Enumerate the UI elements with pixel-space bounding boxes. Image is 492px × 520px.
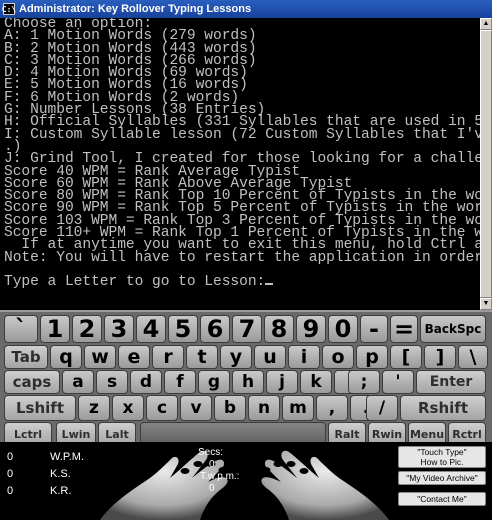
key-4[interactable]: 4	[136, 315, 166, 343]
key-9[interactable]: 9	[296, 315, 326, 343]
key-w[interactable]: w	[84, 345, 116, 369]
console-line: Note: You will have to restart the appli…	[4, 249, 480, 266]
key-s[interactable]: s	[96, 370, 128, 394]
key-o[interactable]: o	[322, 345, 354, 369]
console-prompt-line[interactable]: Type a Letter to go to Lesson:	[2, 274, 480, 291]
key-tab[interactable]: Tab	[4, 345, 48, 369]
key-d[interactable]: d	[130, 370, 162, 394]
key-sym0-11[interactable]: -	[360, 315, 388, 343]
contact-me-button[interactable]: "Contact Me"	[398, 492, 486, 506]
ks-value: 0	[7, 468, 14, 480]
wpm-label: W.P.M.	[50, 451, 85, 463]
console-scrollbar[interactable]: ▲ ▼	[480, 18, 492, 310]
touch-type-subtitle: How to Pic.	[420, 457, 464, 467]
key-f[interactable]: f	[164, 370, 196, 394]
key-3[interactable]: 3	[104, 315, 134, 343]
key-caps[interactable]: caps	[4, 370, 60, 394]
key-5[interactable]: 5	[168, 315, 198, 343]
twpm-value: 0	[209, 483, 215, 494]
stats-panel: 0 W.P.M. 0 K.S. 0 K.R. Secs: 0 T.w.p.m.:…	[0, 442, 492, 520]
key-t[interactable]: t	[186, 345, 218, 369]
console-line: I: Custom Syllable lesson (72 Custom Syl…	[4, 126, 480, 143]
key-g[interactable]: g	[198, 370, 230, 394]
key-y[interactable]: y	[220, 345, 252, 369]
key-2[interactable]: 2	[72, 315, 102, 343]
key-sym1-12[interactable]: ]	[424, 345, 456, 369]
scrollbar-thumb[interactable]	[480, 30, 492, 298]
key-q[interactable]: q	[50, 345, 82, 369]
key-a[interactable]: a	[62, 370, 94, 394]
console-window-icon: C:\	[1, 3, 17, 15]
key-sym3-10[interactable]: /	[366, 395, 398, 421]
key-c[interactable]: c	[146, 395, 178, 421]
key-k[interactable]: k	[300, 370, 332, 394]
key-sym1-11[interactable]: [	[390, 345, 422, 369]
key-x[interactable]: x	[112, 395, 144, 421]
text-cursor	[265, 283, 274, 286]
key-rshift[interactable]: Rshift	[400, 395, 486, 421]
key-h[interactable]: h	[232, 370, 264, 394]
key-p[interactable]: p	[356, 345, 388, 369]
key-v[interactable]: v	[180, 395, 212, 421]
key-sym3-8[interactable]: ,	[316, 395, 348, 421]
typing-hands-image	[100, 450, 389, 520]
on-screen-keyboard: ` 1 2 3 4 5 6 7 8 9 0- = BackSpc Tab q w e r t y u i o p[] \ caps…	[0, 310, 492, 446]
key-sym1-13[interactable]: \	[458, 345, 488, 369]
key-8[interactable]: 8	[264, 315, 294, 343]
secs-label: Secs:	[198, 447, 224, 458]
key-e[interactable]: e	[118, 345, 150, 369]
window-title: Administrator: Key Rollover Typing Lesso…	[19, 3, 252, 15]
key-i[interactable]: i	[288, 345, 320, 369]
key-r[interactable]: r	[152, 345, 184, 369]
title-bar: C:\ Administrator: Key Rollover Typing L…	[0, 0, 492, 18]
key-m[interactable]: m	[282, 395, 314, 421]
touch-type-button[interactable]: "Touch Type" How to Pic.	[398, 446, 486, 468]
key-z[interactable]: z	[78, 395, 110, 421]
key-sym2-10[interactable]: ;	[348, 370, 380, 394]
key-j[interactable]: j	[266, 370, 298, 394]
twpm-label: T.w.p.m.:	[200, 471, 240, 482]
key-u[interactable]: u	[254, 345, 286, 369]
key-7[interactable]: 7	[232, 315, 262, 343]
video-archive-button[interactable]: "My Video Archive"	[398, 471, 486, 485]
scroll-up-arrow-icon[interactable]: ▲	[480, 18, 492, 30]
console-prompt: Type a Letter to go to Lesson:	[4, 274, 266, 291]
key-enter[interactable]: Enter	[416, 370, 486, 394]
kr-value: 0	[7, 485, 14, 497]
key-b[interactable]: b	[214, 395, 246, 421]
key-sym0-12[interactable]: =	[390, 315, 418, 343]
key-n[interactable]: n	[248, 395, 280, 421]
key-sym2-11[interactable]: '	[382, 370, 414, 394]
key-6[interactable]: 6	[200, 315, 230, 343]
kr-label: K.R.	[50, 485, 72, 497]
ks-label: K.S.	[50, 468, 71, 480]
wpm-value: 0	[7, 451, 14, 463]
console-output[interactable]: Choose an option: A: 1 Motion Words (279…	[0, 18, 480, 310]
key-sym0-0[interactable]: `	[4, 315, 38, 343]
secs-value: 0	[209, 459, 215, 470]
touch-type-title: "Touch Type"	[417, 447, 467, 457]
key-lshift[interactable]: Lshift	[4, 395, 76, 421]
key-1[interactable]: 1	[40, 315, 70, 343]
scroll-down-arrow-icon[interactable]: ▼	[480, 298, 492, 310]
key-0[interactable]: 0	[328, 315, 358, 343]
key-backspc[interactable]: BackSpc	[420, 315, 486, 343]
